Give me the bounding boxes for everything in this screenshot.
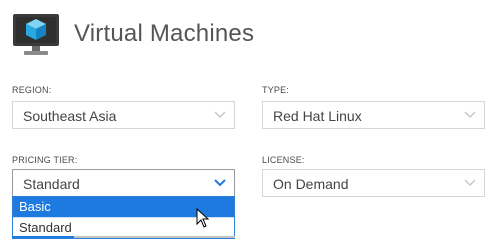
chevron-down-icon xyxy=(464,179,476,187)
pricing-tier-value: Standard xyxy=(23,176,80,192)
license-select[interactable]: On Demand xyxy=(262,169,485,197)
virtual-machine-icon xyxy=(12,12,60,58)
type-select[interactable]: Red Hat Linux xyxy=(262,101,485,129)
region-label: REGION: xyxy=(12,85,52,95)
region-value: Southeast Asia xyxy=(23,108,117,124)
type-value: Red Hat Linux xyxy=(273,108,362,124)
bottom-accent-bar xyxy=(12,236,74,238)
mouse-pointer-icon xyxy=(196,208,210,228)
page-title: Virtual Machines xyxy=(74,20,255,47)
chevron-down-icon xyxy=(214,111,226,119)
chevron-down-icon xyxy=(214,179,226,187)
region-select[interactable]: Southeast Asia xyxy=(12,101,235,129)
pricing-tier-select[interactable]: Standard xyxy=(12,169,235,197)
bottom-divider xyxy=(12,236,235,238)
chevron-down-icon xyxy=(464,111,476,119)
license-value: On Demand xyxy=(273,176,349,192)
pricing-tier-label: PRICING TIER: xyxy=(12,155,78,165)
type-label: TYPE: xyxy=(262,85,290,95)
license-label: LICENSE: xyxy=(262,155,305,165)
